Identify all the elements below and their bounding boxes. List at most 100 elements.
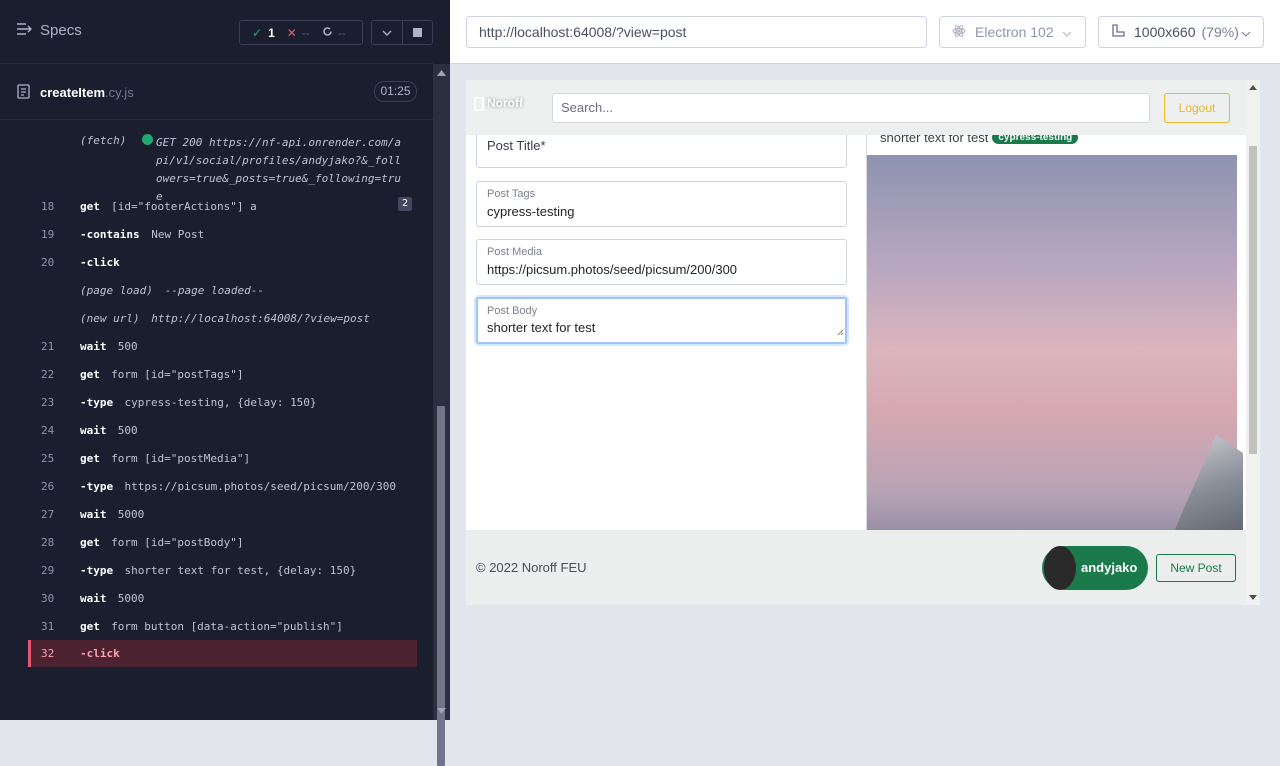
chevron-down-button[interactable]: [371, 20, 403, 45]
command-line: 30: [41, 592, 55, 605]
app-scrollbar-thumb[interactable]: [1249, 146, 1257, 454]
cypress-runner-panel: Specs ✓ 1 ✕ -- -- createItem.cy.js 01:25…: [0, 0, 450, 766]
command-row[interactable]: 30 wait 5000: [28, 584, 417, 612]
command-name: -type: [80, 564, 114, 577]
command-line: 31: [41, 620, 55, 633]
scroll-down-icon: [437, 708, 446, 714]
element-count-badge: 2: [398, 197, 412, 211]
command-name: get: [80, 368, 100, 381]
command-log-scrollbar[interactable]: [433, 64, 450, 766]
command-row[interactable]: 19 -contains New Post: [28, 220, 417, 248]
search-input[interactable]: Search...: [552, 93, 1150, 123]
app-scrollbar[interactable]: [1246, 80, 1260, 605]
search-placeholder: Search...: [561, 100, 614, 115]
command-fetch[interactable]: (fetch) GET 200 https://nf-api.onrender.…: [28, 130, 417, 203]
scroll-up-icon: [437, 70, 446, 76]
command-args: form [id="postMedia"]: [111, 452, 251, 465]
post-tags-label: Post Tags: [487, 188, 536, 200]
specs-button[interactable]: Specs: [16, 22, 82, 39]
command-name: -contains: [80, 228, 140, 241]
command-line: 19: [41, 228, 55, 241]
post-body-field[interactable]: Post Body shorter text for test: [476, 297, 847, 344]
command-row[interactable]: 22 get form [id="postTags"]: [28, 360, 417, 388]
command-args: form [id="postTags"]: [111, 368, 244, 381]
command-row[interactable]: 23 -type cypress-testing, {delay: 150}: [28, 388, 417, 416]
scroll-down-icon: [1249, 595, 1257, 600]
post-media-field[interactable]: Post Media https://picsum.photos/seed/pi…: [476, 239, 847, 285]
pending-count: --: [337, 25, 346, 40]
command-row[interactable]: 20 -click: [28, 248, 417, 276]
command-line: 32: [41, 647, 55, 660]
command-row[interactable]: 25 get form [id="postMedia"]: [28, 444, 417, 472]
post-media-value: https://picsum.photos/seed/picsum/200/30…: [487, 262, 738, 277]
command-row[interactable]: 21 wait 500: [28, 332, 417, 360]
user-profile-button[interactable]: andyjako: [1042, 546, 1148, 590]
command-name: get: [80, 536, 100, 549]
command-line: 26: [41, 480, 55, 493]
command-row[interactable]: (page load) --page loaded--: [28, 276, 417, 304]
viewport-size: 1000x660: [1134, 24, 1196, 40]
stop-button[interactable]: [403, 20, 433, 45]
logout-label: Logout: [1178, 101, 1216, 115]
spec-duration: 01:25: [374, 81, 417, 102]
spec-name-text: createItem: [40, 85, 106, 100]
logo-icon: [474, 96, 484, 111]
command-name: wait: [80, 508, 107, 521]
command-name: get: [80, 620, 100, 633]
menu-collapse-icon: [16, 22, 32, 39]
logo-text: Noroff: [487, 96, 523, 110]
command-line: 29: [41, 564, 55, 577]
pending-icon: [322, 26, 333, 40]
specs-label: Specs: [40, 22, 82, 39]
command-name: wait: [80, 592, 107, 605]
url-text: http://localhost:64008/?view=post: [479, 24, 687, 40]
post-body-value: shorter text for test: [487, 320, 596, 335]
command-args: 500: [117, 340, 138, 353]
command-name: -click: [80, 256, 120, 269]
command-args: 500: [117, 424, 138, 437]
command-name: -click: [80, 647, 120, 660]
command-row[interactable]: (new url) http://localhost:64008/?view=po…: [28, 304, 417, 332]
command-line: 20: [41, 256, 55, 269]
command-name: (new url): [80, 312, 140, 325]
command-line: 21: [41, 340, 55, 353]
command-row[interactable]: 28 get form [id="postBody"]: [28, 528, 417, 556]
command-row[interactable]: 18 get [id="footerActions"] a 2: [28, 192, 417, 220]
command-row[interactable]: 26 -type https://picsum.photos/seed/picsum…: [28, 472, 417, 500]
app-navbar: Noroff Search... Logout: [466, 80, 1246, 135]
new-post-button[interactable]: New Post: [1156, 554, 1236, 582]
noroff-logo[interactable]: Noroff: [474, 96, 523, 111]
failed-icon: ✕: [286, 25, 297, 40]
post-preview-image: [867, 155, 1243, 585]
chevron-down-icon: [382, 30, 392, 36]
status-dot-icon: [142, 134, 153, 145]
command-args: New Post: [151, 228, 205, 241]
command-row[interactable]: 31 get form button [data-action="publish"]: [28, 612, 417, 640]
command-line: 25: [41, 452, 55, 465]
url-bar[interactable]: http://localhost:64008/?view=post: [466, 16, 927, 48]
specs-header: Specs ✓ 1 ✕ -- --: [0, 0, 433, 64]
avatar: [1044, 546, 1076, 590]
command-row[interactable]: 27 wait 5000: [28, 500, 417, 528]
browser-select[interactable]: Electron 102: [939, 16, 1086, 48]
logout-button[interactable]: Logout: [1164, 93, 1230, 123]
command-row[interactable]: 24 wait 500: [28, 416, 417, 444]
command-name: wait: [80, 424, 107, 437]
chevron-down-icon: [1062, 24, 1072, 40]
passed-icon: ✓: [252, 25, 263, 40]
command-line: 23: [41, 396, 55, 409]
command-args: cypress-testing, {delay: 150}: [124, 396, 317, 409]
browser-name: Electron 102: [975, 24, 1054, 40]
viewport-select[interactable]: 1000x660 (79%): [1098, 16, 1264, 48]
command-row[interactable]: 29 -type shorter text for test, {delay: 15…: [28, 556, 417, 584]
post-tags-value: cypress-testing: [487, 204, 575, 219]
browser-toolbar: http://localhost:64008/?view=post Electr…: [450, 0, 1280, 64]
post-title-field[interactable]: Post Title*: [476, 131, 847, 168]
command-args: https://picsum.photos/seed/picsum/200/30…: [124, 480, 397, 493]
command-row-active[interactable]: 32 -click: [28, 640, 417, 667]
test-stats: ✓ 1 ✕ -- --: [239, 20, 363, 45]
username: andyjako: [1081, 560, 1138, 575]
command-line: 18: [41, 200, 55, 213]
post-tags-field[interactable]: Post Tags cypress-testing: [476, 181, 847, 227]
failed-count: --: [301, 25, 310, 40]
